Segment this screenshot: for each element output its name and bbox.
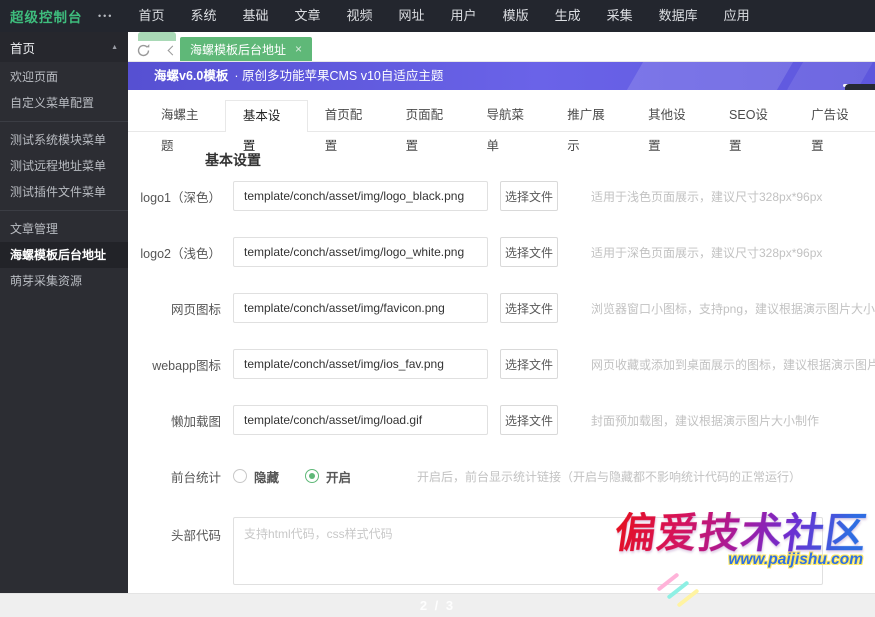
logo1-input[interactable] bbox=[233, 181, 488, 211]
topnav-article[interactable]: 文章 bbox=[282, 0, 334, 32]
tab-nav-menu[interactable]: 导航菜单 bbox=[469, 100, 550, 153]
field-label: 前台统计 bbox=[170, 470, 221, 485]
topnav-database[interactable]: 数据库 bbox=[646, 0, 711, 32]
tab-home-config[interactable]: 首页配置 bbox=[308, 100, 389, 153]
topnav-generate[interactable]: 生成 bbox=[542, 0, 594, 32]
topnav-collect[interactable]: 采集 bbox=[594, 0, 646, 32]
topnav-system[interactable]: 系统 bbox=[177, 0, 229, 32]
sidebar-item-article-mgmt[interactable]: 文章管理 bbox=[0, 216, 128, 242]
sidebar-divider bbox=[0, 121, 128, 122]
field-label: logo2（浅色） bbox=[140, 246, 221, 261]
footer-bar: 2 / 3 bbox=[0, 593, 875, 617]
topnav-basic[interactable]: 基础 bbox=[229, 0, 281, 32]
head-code-textarea[interactable] bbox=[233, 517, 823, 585]
form-row-webapp-icon: webapp图标 选择文件 网页收藏或添加到桌面展示的图标，建议根据演示图片大小… bbox=[128, 349, 875, 379]
banner-notch-decoration bbox=[845, 84, 875, 90]
sidebar-group-home[interactable]: 首页 ▲ bbox=[0, 32, 128, 62]
chevron-up-icon: ▲ bbox=[111, 43, 118, 51]
sidebar-item-test-remote[interactable]: 测试远程地址菜单 bbox=[0, 153, 128, 179]
settings-tabs: 海螺主题 基本设置 首页配置 页面配置 导航菜单 推广展示 其他设置 SEO设置… bbox=[128, 100, 875, 153]
top-nav: 首页 系统 基础 文章 视频 网址 用户 模版 生成 采集 数据库 应用 bbox=[125, 0, 762, 32]
field-label: 懒加载图 bbox=[170, 414, 221, 429]
topnav-user[interactable]: 用户 bbox=[438, 0, 490, 32]
radio-selected-icon[interactable] bbox=[305, 469, 320, 483]
topnav-template[interactable]: 模版 bbox=[490, 0, 542, 32]
tab-ad-settings[interactable]: 广告设置 bbox=[794, 100, 875, 153]
field-label: 头部代码 bbox=[170, 529, 221, 543]
radio-icon[interactable] bbox=[233, 469, 247, 483]
sidebar-item-hailuo-backend[interactable]: 海螺模板后台地址 bbox=[0, 242, 128, 268]
tab-hailuo-theme[interactable]: 海螺主题 bbox=[144, 100, 225, 153]
topnav-video[interactable]: 视频 bbox=[334, 0, 386, 32]
tab-other-settings[interactable]: 其他设置 bbox=[631, 100, 712, 153]
sidebar-menu: 欢迎页面 自定义菜单配置 测试系统模块菜单 测试远程地址菜单 测试插件文件菜单 … bbox=[0, 62, 128, 294]
page-indicator: 2 / 3 bbox=[419, 598, 456, 613]
lazyload-input[interactable] bbox=[233, 405, 488, 435]
sidebar-item-test-plugin[interactable]: 测试插件文件菜单 bbox=[0, 179, 128, 205]
more-menu-icon[interactable]: ••• bbox=[96, 11, 125, 21]
webapp-icon-input[interactable] bbox=[233, 349, 488, 379]
basic-settings-form: logo1（深色） 选择文件 适用于浅色页面展示，建议尺寸328px*96px … bbox=[128, 181, 875, 611]
choose-file-button[interactable]: 选择文件 bbox=[500, 237, 558, 267]
sidebar-divider bbox=[0, 210, 128, 211]
close-icon[interactable]: × bbox=[295, 42, 302, 56]
sidebar-item-mengya-collect[interactable]: 萌芽采集资源 bbox=[0, 268, 128, 294]
tab-seo-settings[interactable]: SEO设置 bbox=[712, 100, 794, 153]
form-row-logo2: logo2（浅色） 选择文件 适用于深色页面展示，建议尺寸328px*96px bbox=[128, 237, 875, 267]
banner-text: 海螺v6.0模板 · 原创多功能苹果CMS v10自适应主题 bbox=[154, 62, 443, 90]
document-tabstrip: 海螺模板后台地址 × bbox=[128, 32, 875, 62]
sidebar-item-welcome[interactable]: 欢迎页面 bbox=[0, 64, 128, 90]
tab-page-config[interactable]: 页面配置 bbox=[389, 100, 470, 153]
favicon-input[interactable] bbox=[233, 293, 488, 323]
sidebar-item-custom-menu[interactable]: 自定义菜单配置 bbox=[0, 90, 128, 116]
topnav-apps[interactable]: 应用 bbox=[711, 0, 763, 32]
document-tab-active[interactable]: 海螺模板后台地址 × bbox=[180, 37, 313, 61]
logo2-input[interactable] bbox=[233, 237, 488, 267]
tab-stub bbox=[138, 32, 176, 41]
field-hint: 适用于深色页面展示，建议尺寸328px*96px bbox=[591, 245, 823, 260]
topnav-website[interactable]: 网址 bbox=[386, 0, 438, 32]
theme-banner: 海螺v6.0模板 · 原创多功能苹果CMS v10自适应主题 bbox=[128, 62, 875, 90]
field-hint: 网页收藏或添加到桌面展示的图标，建议根据演示图片大小制作 bbox=[591, 357, 875, 372]
main-content: 海螺模板后台地址 × 海螺v6.0模板 · 原创多功能苹果CMS v10自适应主题… bbox=[128, 32, 875, 593]
field-label: 网页图标 bbox=[170, 302, 221, 317]
topbar: 超级控制台 ••• 首页 系统 基础 文章 视频 网址 用户 模版 生成 采集 … bbox=[0, 0, 875, 32]
choose-file-button[interactable]: 选择文件 bbox=[500, 405, 558, 435]
banner-subtitle: · 原创多功能苹果CMS v10自适应主题 bbox=[234, 69, 444, 83]
document-tab-label: 海螺模板后台地址 bbox=[190, 42, 287, 57]
tab-basic-settings[interactable]: 基本设置 bbox=[224, 100, 308, 153]
banner-decoration bbox=[623, 62, 797, 90]
choose-file-button[interactable]: 选择文件 bbox=[500, 181, 558, 211]
radio-label: 开启 bbox=[326, 470, 352, 485]
topnav-home[interactable]: 首页 bbox=[125, 0, 177, 32]
app-logo: 超级控制台 bbox=[10, 10, 83, 25]
refresh-icon[interactable] bbox=[134, 41, 152, 59]
field-hint: 浏览器窗口小图标，支持png，建议根据演示图片大小制作 bbox=[591, 301, 875, 316]
choose-file-button[interactable]: 选择文件 bbox=[500, 349, 558, 379]
banner-title: 海螺v6.0模板 bbox=[154, 69, 229, 83]
sidebar-group-label: 首页 bbox=[10, 41, 36, 56]
tab-promo-display[interactable]: 推广展示 bbox=[550, 100, 631, 153]
field-hint: 适用于浅色页面展示，建议尺寸328px*96px bbox=[591, 189, 823, 204]
field-label: webapp图标 bbox=[152, 358, 221, 373]
form-row-logo1: logo1（深色） 选择文件 适用于浅色页面展示，建议尺寸328px*96px bbox=[128, 181, 875, 211]
sidebar-item-test-module[interactable]: 测试系统模块菜单 bbox=[0, 127, 128, 153]
field-hint: 封面预加载图，建议根据演示图片大小制作 bbox=[591, 413, 820, 428]
choose-file-button[interactable]: 选择文件 bbox=[500, 293, 558, 323]
sidebar: 首页 ▲ 欢迎页面 自定义菜单配置 测试系统模块菜单 测试远程地址菜单 测试插件… bbox=[0, 32, 128, 593]
form-row-stats: 前台统计 隐藏 开启 开启后，前台显示统计链接（开启与隐藏都不影响统计代码的正常… bbox=[128, 461, 875, 491]
field-label: logo1（深色） bbox=[140, 190, 221, 205]
radio-label: 隐藏 bbox=[254, 470, 280, 485]
stats-radio-group: 隐藏 开启 bbox=[233, 467, 377, 486]
radio-enable[interactable]: 开启 bbox=[305, 467, 351, 486]
form-row-headcode: 头部代码 bbox=[128, 517, 875, 585]
field-hint: 开启后，前台显示统计链接（开启与隐藏都不影响统计代码的正常运行） bbox=[417, 469, 802, 484]
form-row-lazyload: 懒加载图 选择文件 封面预加载图，建议根据演示图片大小制作 bbox=[128, 405, 875, 435]
back-chevron-icon[interactable] bbox=[162, 41, 180, 59]
form-row-favicon: 网页图标 选择文件 浏览器窗口小图标，支持png，建议根据演示图片大小制作 bbox=[128, 293, 875, 323]
radio-hide[interactable]: 隐藏 bbox=[233, 467, 279, 486]
